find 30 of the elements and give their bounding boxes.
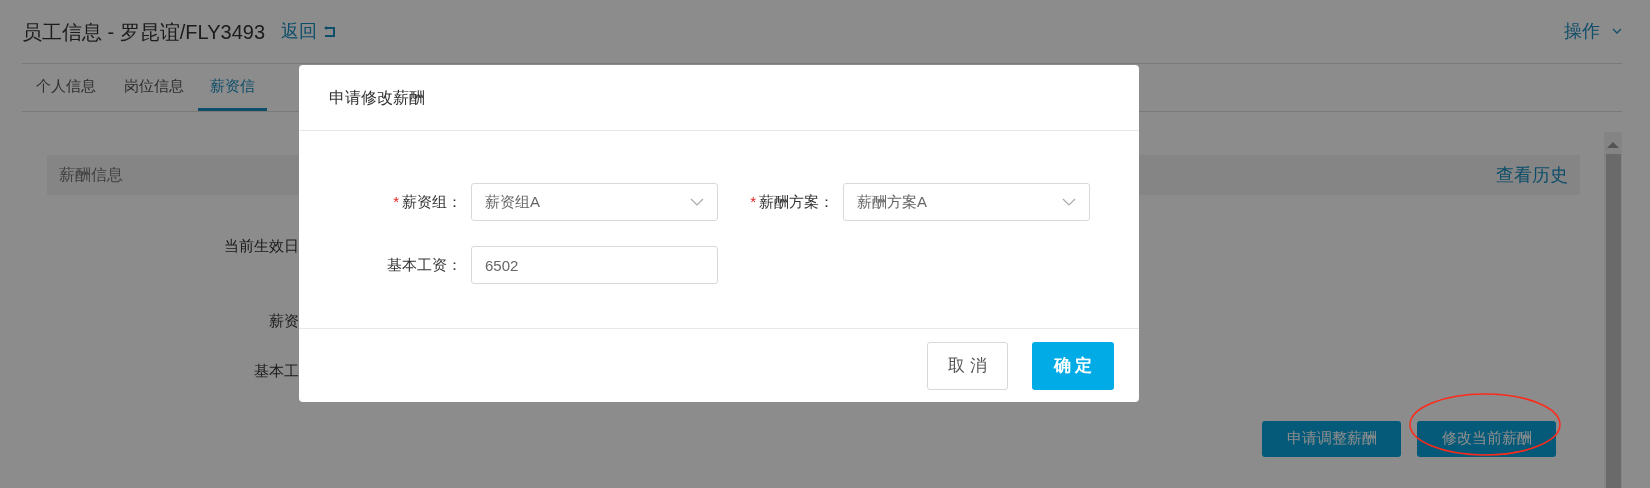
- field-label: 薪酬方案：: [759, 191, 834, 212]
- required-mark: *: [750, 191, 756, 212]
- tab[interactable]: 岗位信息: [110, 65, 198, 111]
- scrollbar[interactable]: [1604, 132, 1622, 488]
- page-title: 员工信息 - 罗昆谊/FLY3493: [22, 19, 266, 45]
- required-mark: *: [393, 191, 399, 212]
- field-label: 当前生效日: [224, 236, 299, 256]
- select-field[interactable]: 薪资组A: [471, 183, 718, 221]
- field-label: 薪资: [269, 310, 299, 331]
- action-button[interactable]: 修改当前薪酬: [1417, 420, 1556, 457]
- chevron-down-icon: [1612, 28, 1622, 35]
- tab[interactable]: 薪资信: [198, 65, 267, 111]
- return-icon: [323, 24, 338, 39]
- dialog-title: 申请修改薪酬: [329, 87, 425, 108]
- chevron-down-icon: [1062, 197, 1076, 207]
- chevron-down-icon: [690, 197, 704, 207]
- cancel-button[interactable]: 取 消: [927, 341, 1008, 390]
- panel-title: 薪酬信息: [59, 165, 123, 185]
- back-link[interactable]: 返回: [281, 18, 338, 45]
- actions-menu[interactable]: 操作: [1564, 18, 1622, 45]
- field-label: 基本工资：: [387, 254, 462, 275]
- action-button[interactable]: 申请调整薪酬: [1262, 420, 1401, 457]
- select-field[interactable]: 薪酬方案A: [843, 183, 1090, 221]
- arrow-up-icon: [1607, 141, 1619, 148]
- confirm-button[interactable]: 确 定: [1032, 341, 1114, 390]
- tab[interactable]: 个人信息: [22, 65, 110, 111]
- field-label: 基本工: [254, 361, 299, 381]
- input-field[interactable]: 6502: [471, 246, 718, 284]
- field-label: 薪资组：: [402, 191, 462, 212]
- history-link[interactable]: 查看历史: [1496, 161, 1568, 189]
